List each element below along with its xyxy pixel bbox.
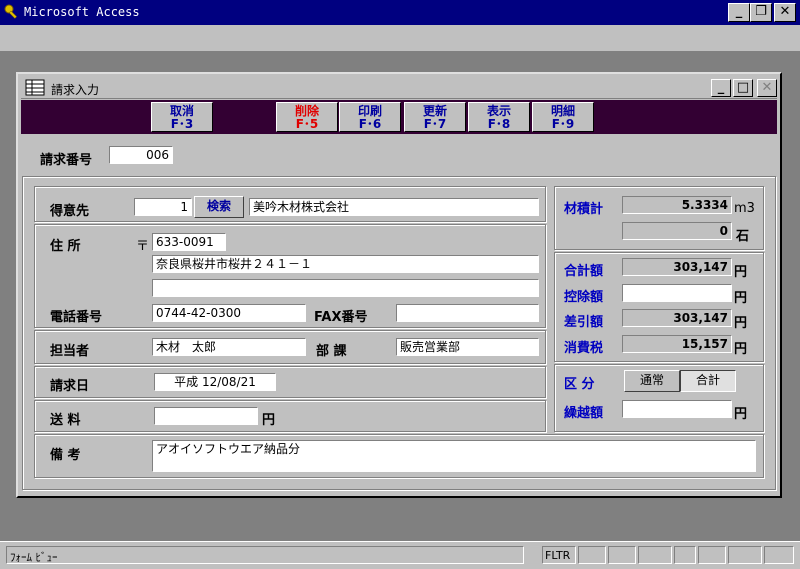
cancel-button[interactable]: 取消 F･3 [151, 102, 213, 132]
app-titlebar: Microsoft Access _ ❐ ✕ [0, 0, 800, 25]
form-titlebar: 請求入力 _ □ ✕ [21, 77, 777, 99]
address2-field[interactable] [152, 279, 539, 297]
address1-field[interactable]: 奈良県桜井市桜井２４１－１ [152, 255, 539, 273]
volume-koku-field: 0 [622, 222, 732, 240]
update-button[interactable]: 更新 F･7 [404, 102, 466, 132]
staff-field[interactable]: 木材 太郎 [152, 338, 306, 356]
form-minimize-button[interactable]: _ [711, 79, 731, 97]
invoice-no-label: 請求番号 [40, 153, 93, 168]
remarks-field[interactable]: アオイソフトウエア納品分 [152, 440, 756, 472]
tax-label: 消費税 [564, 341, 604, 356]
unit-m3-label: m3 [734, 201, 755, 216]
postal-mark: 〒 [136, 239, 150, 254]
tax-field: 15,157 [622, 335, 732, 353]
details-button[interactable]: 明細 F･9 [532, 102, 594, 132]
access-key-icon [4, 4, 18, 19]
net-yen-label: 円 [734, 316, 748, 331]
remarks-label: 備 考 [50, 448, 81, 463]
customer-code-field[interactable]: 1 [134, 198, 192, 216]
category-label: 区 分 [564, 377, 595, 392]
total-label: 合計額 [564, 264, 604, 279]
deduction-field[interactable] [622, 284, 732, 302]
net-field: 303,147 [622, 309, 732, 327]
total-yen-label: 円 [734, 265, 748, 280]
shipping-label: 送 料 [50, 413, 81, 428]
app-title: Microsoft Access [24, 5, 140, 19]
menu-bar [0, 25, 800, 52]
status-bar: ﾌｫｰﾑ ﾋﾞｭｰ FLTR [0, 541, 800, 569]
invoice-no-field[interactable]: 006 [109, 146, 173, 164]
date-section [34, 366, 546, 398]
status-view-text: ﾌｫｰﾑ ﾋﾞｭｰ [6, 546, 524, 564]
print-button[interactable]: 印刷 F･6 [339, 102, 401, 132]
status-filter-indicator: FLTR [542, 546, 576, 564]
customer-name-field[interactable]: 美吟木材株式会社 [249, 198, 539, 216]
net-label: 差引額 [564, 315, 604, 330]
volume-label: 材積計 [564, 202, 604, 217]
address-label: 住 所 [50, 239, 81, 254]
carryover-label: 繰越額 [564, 406, 604, 421]
minimize-button[interactable]: _ [728, 3, 750, 22]
total-field: 303,147 [622, 258, 732, 276]
dept-label: 部 課 [316, 344, 347, 359]
category-normal-toggle[interactable]: 通常 [624, 370, 680, 392]
shipping-field[interactable] [154, 407, 258, 425]
form-close-button[interactable]: ✕ [757, 79, 777, 97]
postal-code-field[interactable]: 633-0091 [152, 233, 226, 251]
deduction-label: 控除額 [564, 290, 604, 305]
dept-field[interactable]: 販売営業部 [396, 338, 539, 356]
form-title: 請求入力 [51, 83, 100, 97]
bill-date-label: 請求日 [50, 379, 90, 394]
status-pane-5 [698, 546, 726, 564]
tax-yen-label: 円 [734, 342, 748, 357]
status-pane-3 [638, 546, 672, 564]
fax-label: FAX番号 [314, 310, 368, 325]
search-button[interactable]: 検索 [194, 196, 244, 218]
shipping-section [34, 400, 546, 432]
status-pane-4 [674, 546, 696, 564]
command-toolbar: 取消 F･3 削除 F･5 印刷 F･6 更新 F･7 表示 F･8 明細 F･9 [21, 100, 777, 134]
status-pane-6 [728, 546, 762, 564]
category-total-toggle[interactable]: 合計 [680, 370, 736, 392]
restore-button[interactable]: ❐ [750, 3, 772, 22]
volume-m3-field: 5.3334 [622, 196, 732, 214]
fax-field[interactable] [396, 304, 539, 322]
form-icon [25, 79, 45, 96]
carryover-yen-label: 円 [734, 407, 748, 422]
bill-date-field[interactable]: 平成 12/08/21 [154, 373, 276, 391]
carryover-field[interactable] [622, 400, 732, 418]
status-pane-7 [764, 546, 794, 564]
unit-koku-label: 石 [736, 229, 750, 244]
deduction-yen-label: 円 [734, 291, 748, 306]
display-button[interactable]: 表示 F･8 [468, 102, 530, 132]
status-pane-2 [608, 546, 636, 564]
phone-field[interactable]: 0744-42-0300 [152, 304, 306, 322]
shipping-yen-label: 円 [262, 413, 276, 428]
delete-button[interactable]: 削除 F･5 [276, 102, 338, 132]
form-window: 請求入力 _ □ ✕ 取消 F･3 削除 F･5 印刷 F･6 更新 F･7 表示 F･8… [16, 72, 782, 498]
status-pane-1 [578, 546, 606, 564]
phone-label: 電話番号 [50, 310, 103, 325]
close-button[interactable]: ✕ [774, 3, 796, 22]
customer-label: 得意先 [50, 204, 90, 219]
form-maximize-button[interactable]: □ [733, 79, 753, 97]
staff-label: 担当者 [50, 344, 90, 359]
